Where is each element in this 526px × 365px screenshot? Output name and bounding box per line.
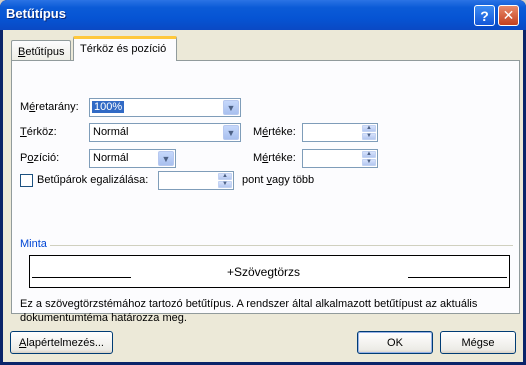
spacing-value: Normál — [93, 126, 129, 138]
default-button[interactable]: Alapértelmezés... — [10, 331, 113, 354]
window-title: Betűtípus — [6, 6, 66, 21]
font-dialog: Betűtípus ? ✕ Betűtípus Térköz és pozíci… — [0, 0, 526, 365]
scale-value: 100% — [92, 101, 125, 113]
help-icon: ? — [480, 7, 489, 24]
scale-combobox[interactable]: 100% ▼ — [89, 98, 241, 117]
preview-description: Ez a szövegtörzstémához tartozó betűtípu… — [20, 298, 478, 324]
position-combobox[interactable]: Normál ▼ — [89, 149, 176, 168]
close-icon: ✕ — [502, 7, 515, 23]
spinner-arrows[interactable]: ▲ ▼ — [218, 173, 232, 188]
preview-baseline-left — [32, 277, 131, 278]
preview-baseline-right — [408, 277, 507, 278]
help-button[interactable]: ? — [474, 5, 495, 26]
kerning-checkbox[interactable] — [20, 174, 33, 187]
spin-down-icon[interactable]: ▼ — [362, 133, 376, 140]
preview-box: +Szövegtörzs — [29, 255, 510, 288]
spinner-arrows[interactable]: ▲ ▼ — [362, 125, 376, 140]
spin-down-icon[interactable]: ▼ — [362, 159, 376, 166]
tab-font[interactable]: Betűtípus — [11, 40, 71, 60]
position-by-spinner[interactable]: ▲ ▼ — [302, 149, 378, 168]
spin-down-icon[interactable]: ▼ — [218, 181, 232, 188]
spin-up-icon[interactable]: ▲ — [218, 173, 232, 180]
tab-spacing-position[interactable]: Térköz és pozíció — [73, 36, 177, 61]
close-button[interactable]: ✕ — [498, 5, 519, 26]
preview-group-label: Minta — [20, 238, 47, 250]
preview-sample-text: +Szövegtörzs — [227, 265, 301, 279]
spin-up-icon[interactable]: ▲ — [362, 125, 376, 132]
spacing-combobox[interactable]: Normál ▼ — [89, 123, 241, 142]
tab-spacing-position-label: Térköz és pozíció — [80, 43, 167, 55]
kerning-label[interactable]: Betűpárok egalizálása: — [37, 174, 148, 186]
scale-label: Méretarány: — [20, 101, 79, 113]
spin-up-icon[interactable]: ▲ — [362, 151, 376, 158]
dialog-client: Betűtípus Térköz és pozíció Méretarány: … — [3, 30, 523, 362]
spinner-arrows[interactable]: ▲ ▼ — [362, 151, 376, 166]
kerning-spinner[interactable]: ▲ ▼ — [158, 171, 234, 190]
position-value: Normál — [93, 152, 129, 164]
tab-panel: Méretarány: 100% ▼ Térköz: Normál ▼ Mért… — [11, 60, 520, 324]
position-by-label: Mértéke: — [253, 152, 296, 164]
chevron-down-icon[interactable]: ▼ — [223, 100, 239, 115]
title-bar[interactable]: Betűtípus ? ✕ — [0, 0, 526, 30]
position-label: Pozíció: — [20, 152, 60, 164]
tab-font-label: etűtípus — [25, 46, 65, 58]
preview-separator — [50, 245, 513, 246]
ok-button[interactable]: OK — [357, 331, 433, 354]
kerning-suffix: pont vagy több — [242, 174, 315, 186]
spacing-by-label: Mértéke: — [253, 126, 296, 138]
cancel-button[interactable]: Mégse — [440, 331, 516, 354]
spacing-by-spinner[interactable]: ▲ ▼ — [302, 123, 378, 142]
chevron-down-icon[interactable]: ▼ — [158, 151, 174, 166]
chevron-down-icon[interactable]: ▼ — [223, 125, 239, 140]
spacing-label: Térköz: — [20, 126, 57, 138]
